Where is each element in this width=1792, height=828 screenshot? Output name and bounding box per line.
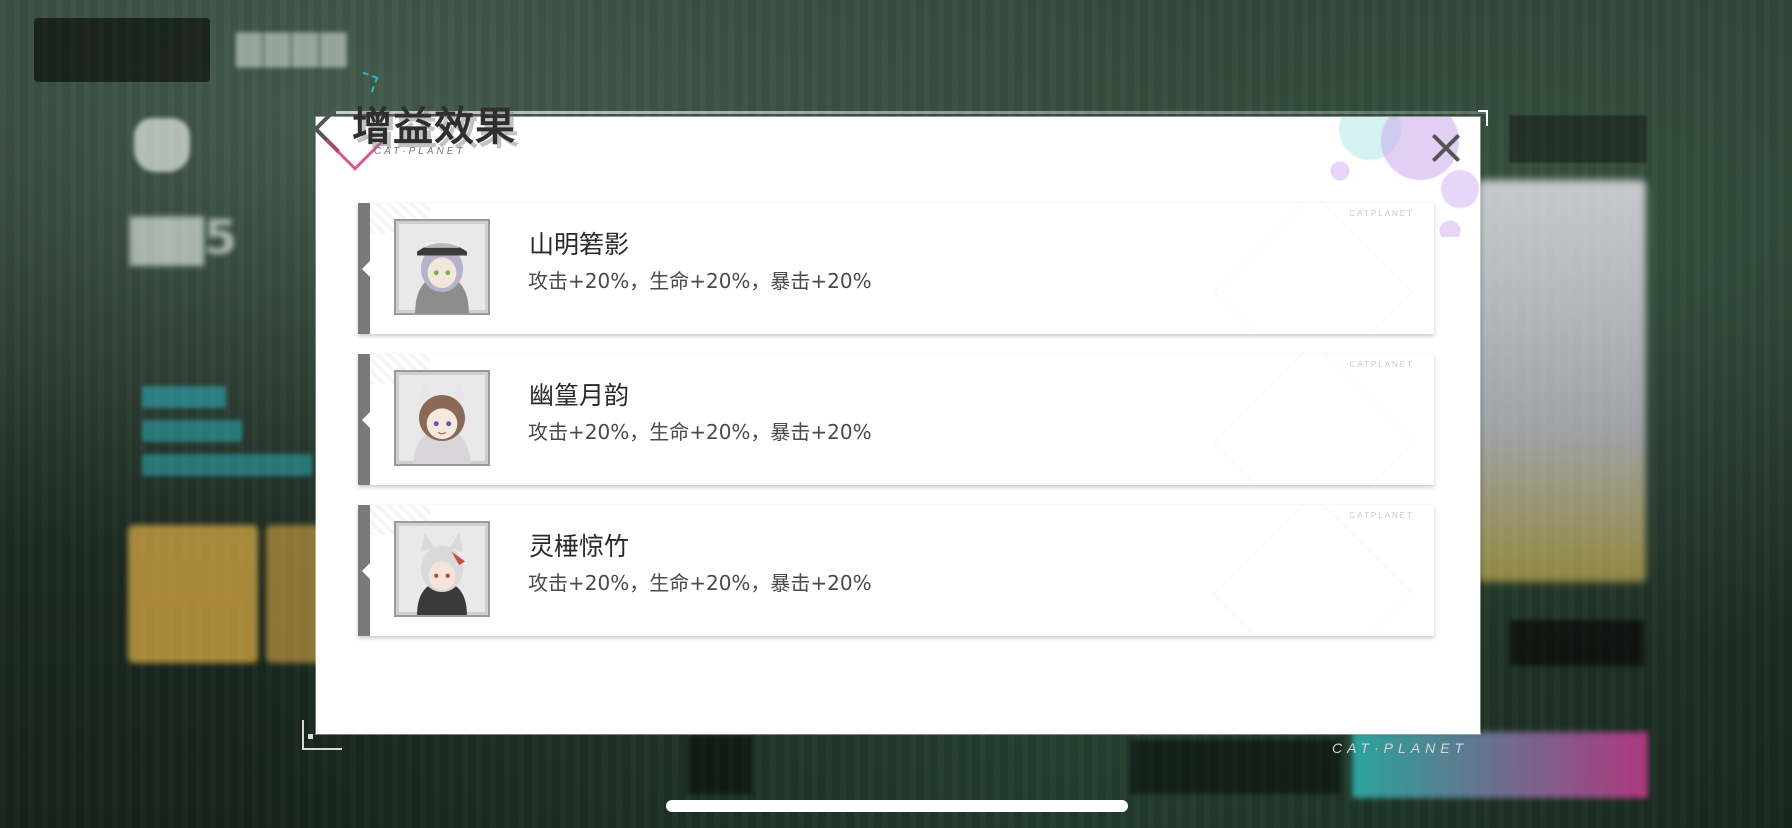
card-notch <box>362 259 372 279</box>
buff-name: 山明箬影 <box>529 230 630 259</box>
background-button <box>1508 114 1648 164</box>
card-notch <box>362 561 372 581</box>
character-avatar <box>394 370 490 466</box>
buff-effect: 攻击+20%，生命+20%，暴击+20% <box>528 420 872 444</box>
background-back-button <box>34 18 210 82</box>
card-brand: CATPLANET <box>1349 209 1414 218</box>
character-avatar <box>394 219 490 315</box>
background-toggle <box>1130 740 1340 794</box>
character-portrait <box>413 381 471 464</box>
buff-card: CATPLANET 幽篁月韵 攻击+20%，生命+20%，暴击+20% <box>358 354 1434 485</box>
background-character <box>1478 180 1646 582</box>
background-plus-button <box>688 736 752 794</box>
card-notch <box>362 410 372 430</box>
character-portrait <box>417 532 467 615</box>
footer-brand: CAT·PLANET <box>1332 740 1469 756</box>
character-avatar <box>394 521 490 617</box>
modal-header: 增益效果 CAT·PLANET <box>312 71 560 172</box>
background-tag <box>142 420 242 442</box>
buff-effect: 攻击+20%，生命+20%，暴击+20% <box>528 571 872 595</box>
home-indicator[interactable] <box>666 800 1128 812</box>
card-brand: CATPLANET <box>1349 360 1414 369</box>
background-team-title: ▇▇▇▇ <box>236 28 349 68</box>
buff-effect: 攻击+20%，生命+20%，暴击+20% <box>528 269 872 293</box>
background-card <box>128 525 258 663</box>
buff-name: 幽篁月韵 <box>529 381 630 410</box>
background-tag <box>142 386 226 408</box>
background-tag <box>142 454 312 476</box>
background-difficulty: ▇▇5 <box>130 210 238 266</box>
buff-card: CATPLANET 灵棰惊竹 攻击+20%，生命+20%，暴击+20% <box>358 505 1434 636</box>
character-portrait <box>415 242 469 313</box>
modal-corner-dot <box>308 734 313 739</box>
background-button <box>1510 620 1644 666</box>
buff-name: 灵棰惊竹 <box>529 532 630 561</box>
modal-title: 增益效果 <box>352 104 516 150</box>
card-brand: CATPLANET <box>1349 511 1414 520</box>
buff-card: CATPLANET 山明箬影 攻击+20%，生命+20%，暴击+20% <box>358 203 1434 334</box>
buff-list: CATPLANET 山明箬影 攻击+20%，生命+20%，暴击+20% CATP… <box>358 203 1434 656</box>
modal-subtitle: CAT·PLANET <box>374 146 466 157</box>
close-icon[interactable] <box>1424 126 1468 170</box>
background-cat-icon <box>134 118 190 172</box>
title-sparkle-icon <box>357 71 379 93</box>
